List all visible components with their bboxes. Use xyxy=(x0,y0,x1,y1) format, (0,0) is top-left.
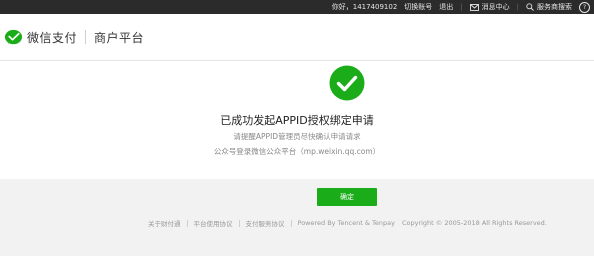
wechat-pay-logo-icon xyxy=(4,29,23,44)
switch-account-link[interactable]: 切换账号 xyxy=(404,0,432,14)
mail-icon xyxy=(469,3,479,11)
help-button[interactable]: ? xyxy=(579,1,590,13)
provider-search-label: 服务商搜索 xyxy=(537,3,572,11)
result-hint-1: 请提醒APPID管理员尽快确认申请请求 xyxy=(233,132,361,141)
brand-logo[interactable]: 微信支付 商户平台 xyxy=(4,26,144,48)
divider: | xyxy=(516,3,519,11)
divider xyxy=(238,219,240,227)
result-title: 已成功发起APPID授权绑定申请 xyxy=(220,114,374,127)
footer-link-platform-agreement[interactable]: 平台使用协议 xyxy=(194,218,233,228)
result-panel: 已成功发起APPID授权绑定申请 请提醒APPID管理员尽快确认申请请求 公众号… xyxy=(0,61,594,179)
platform-name: 商户平台 xyxy=(94,30,145,45)
footer-link-about[interactable]: 关于财付通 xyxy=(148,218,181,228)
search-icon xyxy=(526,3,534,11)
logout-link[interactable]: 退出 xyxy=(439,0,453,14)
help-icon: ? xyxy=(582,3,587,11)
copyright-text: Copyright © 2005-2018 All Rights Reserve… xyxy=(401,219,547,227)
divider xyxy=(85,30,87,44)
powered-by-text: Powered By Tencent & Tenpay xyxy=(297,219,395,227)
action-bar: 确定 xyxy=(0,179,594,214)
top-bar: 你好，1417409102 切换账号 退出 | 消息中心 | 服务商搜索 ? xyxy=(0,0,594,14)
message-center-label: 消息中心 xyxy=(481,3,510,11)
result-hint-2: 公众号登录微信公众平台（mp.weixin.qq.com） xyxy=(213,147,381,156)
brand-name: 微信支付 xyxy=(27,30,78,45)
divider xyxy=(290,219,292,227)
message-center-link[interactable]: 消息中心 xyxy=(469,0,510,14)
footer: 关于财付通 平台使用协议 支付服务协议 Powered By Tencent &… xyxy=(0,218,594,230)
success-check-icon xyxy=(329,65,365,101)
divider: | xyxy=(460,3,463,11)
site-header: 微信支付 商户平台 xyxy=(0,14,594,61)
footer-link-payment-agreement[interactable]: 支付服务协议 xyxy=(246,218,285,228)
divider xyxy=(186,219,188,227)
top-bar-actions: 你好，1417409102 切换账号 退出 | 消息中心 | 服务商搜索 ? xyxy=(332,0,590,14)
confirm-button[interactable]: 确定 xyxy=(317,188,377,206)
greeting-text: 你好，1417409102 xyxy=(331,3,398,11)
footer-links: 关于财付通 平台使用协议 支付服务协议 Powered By Tencent &… xyxy=(148,218,547,228)
provider-search-link[interactable]: 服务商搜索 xyxy=(526,0,572,14)
